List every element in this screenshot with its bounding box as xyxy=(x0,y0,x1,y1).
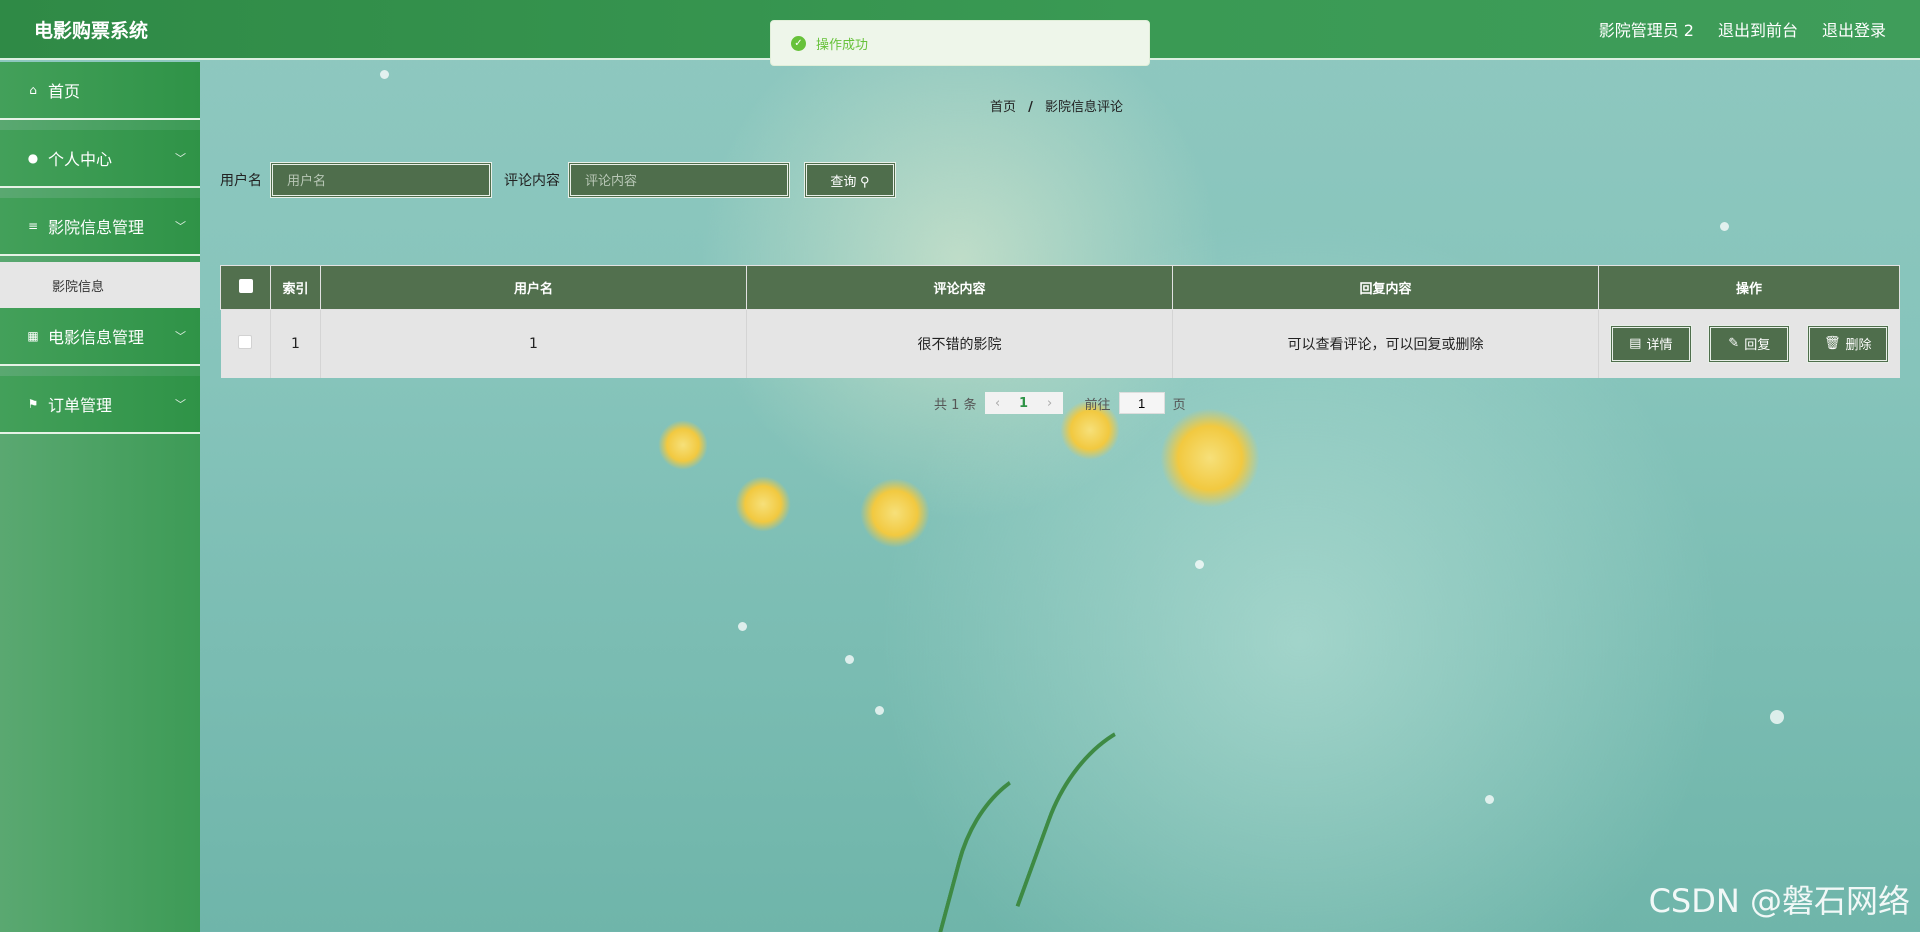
sidebar-item-label: 影院信息管理 xyxy=(48,218,145,237)
row-checkbox[interactable] xyxy=(238,334,253,349)
toast-message: 操作成功 xyxy=(816,37,869,53)
app-title: 电影购票系统 xyxy=(34,19,149,42)
sidebar-item-personal-center[interactable]: ● 个人中心 ﹀ xyxy=(0,130,200,188)
logout-link[interactable]: 退出登录 xyxy=(1822,17,1886,41)
chevron-down-icon: ﹀ xyxy=(175,398,186,411)
sidebar-item-label: 订单管理 xyxy=(48,396,113,415)
sidebar: ⌂ 首页 ● 个人中心 ﹀ ≡ 影院信息管理 ﹀ 影院信息 ▦ 电影信息管理 ﹀… xyxy=(0,62,200,932)
delete-button[interactable]: 🗑 删除 xyxy=(1806,324,1889,363)
success-toast: ✓ 操作成功 xyxy=(770,20,1150,66)
detail-button[interactable]: ▤ 详情 xyxy=(1609,324,1692,363)
sidebar-item-order-management[interactable]: ⚑ 订单管理 ﹀ xyxy=(0,376,200,434)
sidebar-item-cinema-management[interactable]: ≡ 影院信息管理 ﹀ xyxy=(0,198,200,256)
breadcrumb-separator: / xyxy=(1028,100,1033,115)
search-icon: ⚲ xyxy=(860,173,870,189)
sparkle-decoration xyxy=(380,70,389,79)
reply-button-label: 回复 xyxy=(1744,338,1771,354)
comments-table: 索引 用户名 评论内容 回复内容 操作 1 1 很不错的影院 可以查看评论，可以… xyxy=(220,265,1900,378)
sidebar-item-label: 个人中心 xyxy=(48,150,113,169)
user-icon: ● xyxy=(27,151,39,165)
sidebar-item-label: 电影信息管理 xyxy=(48,328,145,347)
top-links: 影院管理员 2 退出到前台 退出登录 xyxy=(1599,17,1886,41)
detail-button-label: 详情 xyxy=(1646,338,1673,354)
flower-decoration xyxy=(658,420,708,470)
select-all-checkbox[interactable] xyxy=(238,278,253,293)
comment-content-label: 评论内容 xyxy=(504,173,560,189)
chevron-down-icon: ﹀ xyxy=(175,220,186,233)
goto-page-input[interactable] xyxy=(1118,392,1165,414)
column-header-username: 用户名 xyxy=(320,265,747,310)
cell-actions: ▤ 详情 ✎ 回复 🗑 删除 xyxy=(1598,309,1900,378)
sparkle-decoration xyxy=(875,706,884,715)
current-user-label: 影院管理员 2 xyxy=(1598,21,1694,40)
username-search-input[interactable] xyxy=(270,162,492,198)
sparkle-decoration xyxy=(845,655,854,664)
cell-username: 1 xyxy=(320,309,747,378)
select-all-cell xyxy=(220,265,271,310)
username-label: 用户名 xyxy=(220,173,262,189)
sparkle-decoration xyxy=(1770,710,1784,724)
sidebar-item-home[interactable]: ⌂ 首页 xyxy=(0,62,200,120)
table-row: 1 1 很不错的影院 可以查看评论，可以回复或删除 ▤ 详情 ✎ 回复 🗑 删除 xyxy=(220,309,1900,378)
chevron-down-icon: ﹀ xyxy=(175,152,186,165)
trash-icon: 🗑 xyxy=(1823,336,1841,352)
sliders-icon: ≡ xyxy=(27,219,39,233)
page-suffix: 页 xyxy=(1172,397,1186,413)
breadcrumb-home[interactable]: 首页 xyxy=(990,100,1016,115)
home-icon: ⌂ xyxy=(29,83,37,97)
search-bar: 用户名 评论内容 查询 ⚲ xyxy=(220,162,896,198)
cell-reply: 可以查看评论，可以回复或删除 xyxy=(1172,309,1599,378)
sparkle-decoration xyxy=(1720,222,1729,231)
search-button-label: 查询 xyxy=(830,173,857,189)
flower-decoration xyxy=(735,476,791,532)
check-circle-icon: ✓ xyxy=(791,35,806,51)
sidebar-item-label: 首页 xyxy=(48,82,81,101)
chevron-down-icon: ﹀ xyxy=(175,330,186,343)
table-header-row: 索引 用户名 评论内容 回复内容 操作 xyxy=(220,265,1900,310)
watermark: CSDN @磐石网络 xyxy=(1648,882,1910,920)
next-page-icon[interactable]: › xyxy=(1037,396,1063,411)
flower-decoration xyxy=(1160,408,1260,508)
cell-index: 1 xyxy=(270,309,321,378)
sidebar-subitem-label: 影院信息 xyxy=(52,279,105,295)
breadcrumb-current: 影院信息评论 xyxy=(1045,100,1124,115)
current-page[interactable]: 1 xyxy=(1011,396,1037,411)
column-header-reply: 回复内容 xyxy=(1172,265,1599,310)
comment-content-search-input[interactable] xyxy=(568,162,790,198)
document-icon: ▤ xyxy=(1629,336,1642,352)
prev-page-icon[interactable]: ‹ xyxy=(985,396,1011,411)
row-select-cell xyxy=(220,309,271,378)
column-header-comment: 评论内容 xyxy=(746,265,1173,310)
column-header-actions: 操作 xyxy=(1598,265,1900,310)
grid-icon: ▦ xyxy=(27,329,39,343)
go-to-frontend-link[interactable]: 退出到前台 xyxy=(1718,17,1798,41)
goto-label: 前往 xyxy=(1084,397,1111,413)
sidebar-subitem-cinema-info[interactable]: 影院信息 xyxy=(0,262,200,308)
flower-decoration xyxy=(860,478,930,548)
sparkle-decoration xyxy=(1485,795,1494,804)
sparkle-decoration xyxy=(738,622,747,631)
total-count: 共 1 条 xyxy=(934,397,977,413)
breadcrumb: 首页 / 影院信息评论 xyxy=(990,96,1123,115)
flag-icon: ⚑ xyxy=(27,397,39,411)
cell-comment: 很不错的影院 xyxy=(746,309,1173,378)
reply-button[interactable]: ✎ 回复 xyxy=(1708,324,1791,363)
column-header-index: 索引 xyxy=(270,265,321,310)
sparkle-decoration xyxy=(1195,560,1204,569)
edit-icon: ✎ xyxy=(1728,336,1740,352)
search-button[interactable]: 查询 ⚲ xyxy=(804,162,896,198)
delete-button-label: 删除 xyxy=(1845,338,1872,354)
sidebar-item-movie-management[interactable]: ▦ 电影信息管理 ﹀ xyxy=(0,308,200,366)
page-nav: ‹ 1 › xyxy=(984,392,1063,414)
pagination: 共 1 条 ‹ 1 › 前往 页 xyxy=(934,392,1186,414)
